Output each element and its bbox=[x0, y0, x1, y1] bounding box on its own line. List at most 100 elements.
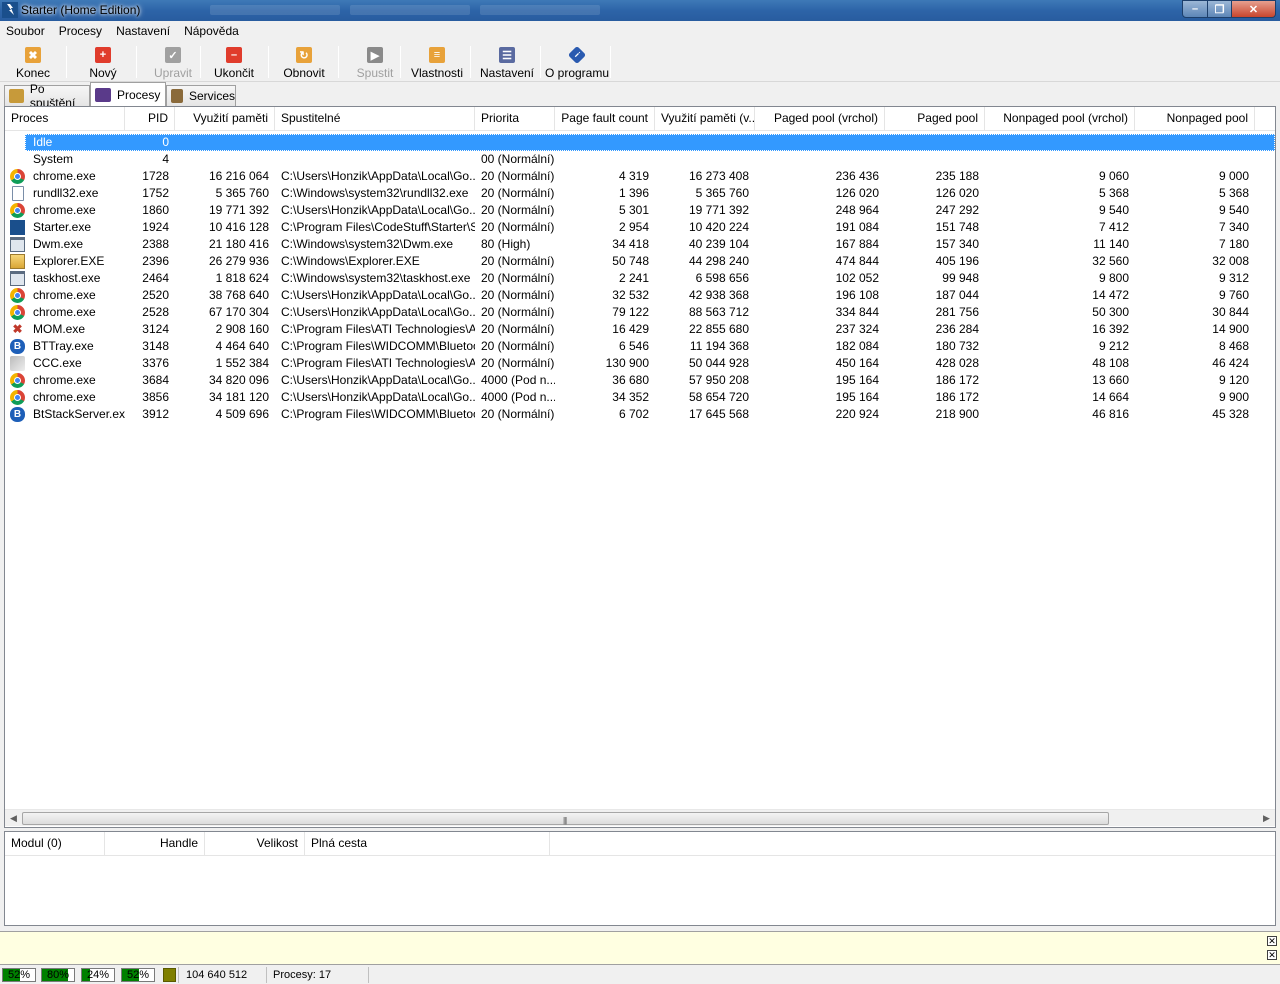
cell-pp: 186 172 bbox=[935, 390, 979, 404]
scrollbar-thumb[interactable]: ||| bbox=[22, 812, 1109, 825]
tab-procesy[interactable]: Procesy bbox=[90, 82, 166, 106]
process-row[interactable]: System 4 00 (Normální) bbox=[5, 151, 1275, 168]
process-row[interactable]: chrome.exe 1728 16 216 064 C:\Users\Honzik\… bbox=[5, 168, 1275, 185]
column-header[interactable]: Nonpaged pool bbox=[1135, 107, 1255, 131]
obnovit-button[interactable]: ↻ Obnovit bbox=[280, 44, 328, 80]
process-row[interactable]: CCC.exe 3376 1 552 384 C:\Program Files\ATI… bbox=[5, 355, 1275, 372]
process-row[interactable]: ✖ MOM.exe 3124 2 908 160 C:\Program Files\AT… bbox=[5, 321, 1275, 338]
processes-icon bbox=[95, 87, 111, 102]
cell-pp: 428 028 bbox=[935, 356, 979, 370]
module-column-header[interactable]: Plná cesta bbox=[305, 832, 550, 856]
menu-napoveda[interactable]: Nápověda bbox=[184, 21, 246, 42]
scroll-left-icon[interactable]: ◀ bbox=[5, 810, 22, 827]
process-row[interactable]: B BtStackServer.exe 3912 4 509 696 C:\Progra… bbox=[5, 406, 1275, 423]
column-header[interactable]: Využití paměti bbox=[175, 107, 275, 131]
process-row[interactable]: Idle 0 bbox=[5, 134, 1275, 151]
cell-exe bbox=[275, 151, 475, 168]
chrome-icon bbox=[10, 305, 25, 320]
cell-pid: 3856 bbox=[142, 390, 169, 404]
memory-color-swatch bbox=[163, 968, 176, 982]
column-header[interactable]: PID bbox=[125, 107, 175, 131]
process-row[interactable]: B BTTray.exe 3148 4 464 640 C:\Program Files… bbox=[5, 338, 1275, 355]
column-header[interactable]: Využití paměti (v... bbox=[655, 107, 755, 131]
cell-ppv: 474 844 bbox=[835, 254, 879, 268]
cell-mem: 4 464 640 bbox=[215, 339, 269, 353]
background-tab-ghost bbox=[350, 5, 470, 15]
process-row[interactable]: chrome.exe 3856 34 181 120 C:\Users\Honzik\… bbox=[5, 389, 1275, 406]
scroll-right-icon[interactable]: ▶ bbox=[1258, 810, 1275, 827]
column-header[interactable]: Nonpaged pool (vrchol) bbox=[985, 107, 1135, 131]
close-message-icon[interactable]: ✕ bbox=[1267, 936, 1277, 946]
process-row[interactable]: chrome.exe 2520 38 768 640 C:\Users\Honzik\… bbox=[5, 287, 1275, 304]
cell-pf: 5 301 bbox=[618, 203, 649, 217]
cell-npv: 9 800 bbox=[1098, 271, 1129, 285]
process-row[interactable]: taskhost.exe 2464 1 818 624 C:\Windows\syst… bbox=[5, 270, 1275, 287]
tab-services[interactable]: Services bbox=[166, 85, 236, 106]
cell-ppv: 126 020 bbox=[835, 186, 879, 200]
nastavení-button[interactable]: ☰ Nastavení bbox=[478, 44, 536, 80]
cell-pid: 2388 bbox=[142, 237, 169, 251]
process-row[interactable]: chrome.exe 3684 34 820 096 C:\Users\Honzik\… bbox=[5, 372, 1275, 389]
tab-po-spuštění[interactable]: Po spuštění bbox=[4, 82, 90, 110]
cell-prio: 20 (Normální) bbox=[481, 322, 555, 336]
cell-exe: C:\Program Files\ATI Technologies\A... bbox=[281, 322, 475, 336]
cell-name: Dwm.exe bbox=[33, 237, 84, 251]
module-column-header[interactable]: Handle bbox=[105, 832, 205, 856]
menu-bar: Soubor Procesy Nastavení Nápověda bbox=[0, 21, 1280, 42]
process-row[interactable]: Explorer.EXE 2396 26 279 936 C:\Windows\Exp… bbox=[5, 253, 1275, 270]
process-list-header: Proces PID Využití paměti Spustitelné Priori… bbox=[5, 107, 1275, 131]
process-row[interactable]: Starter.exe 1924 10 416 128 C:\Program File… bbox=[5, 219, 1275, 236]
cell-pp: 236 284 bbox=[935, 322, 979, 336]
cell-ppv bbox=[755, 134, 885, 151]
upravit-button[interactable]: ✓ Upravit bbox=[150, 44, 196, 80]
minimize-button[interactable]: – bbox=[1182, 0, 1208, 18]
cell-name: Explorer.EXE bbox=[33, 254, 105, 268]
cell-np: 46 424 bbox=[1212, 356, 1249, 370]
cell-pf: 36 680 bbox=[612, 373, 649, 387]
spustit-button[interactable]: ▶ Spustit bbox=[354, 44, 396, 80]
toolbar-label: O programu bbox=[544, 66, 610, 80]
toolbar-separator bbox=[268, 46, 269, 78]
cell-mem: 2 908 160 bbox=[215, 322, 269, 336]
cell-pf: 50 748 bbox=[612, 254, 649, 268]
column-header[interactable]: Paged pool bbox=[885, 107, 985, 131]
column-header[interactable]: Priorita bbox=[475, 107, 555, 131]
nový-button[interactable]: + Nový bbox=[82, 44, 124, 80]
process-row[interactable]: chrome.exe 2528 67 170 304 C:\Users\Honzik\… bbox=[5, 304, 1275, 321]
cell-mem: 26 279 936 bbox=[208, 254, 269, 268]
process-row[interactable]: rundll32.exe 1752 5 365 760 C:\Windows\syst… bbox=[5, 185, 1275, 202]
module-column-header[interactable]: Modul (0) bbox=[5, 832, 105, 856]
close-button[interactable]: ✕ bbox=[1232, 0, 1276, 18]
cell-ppv: 450 164 bbox=[835, 356, 879, 370]
ukončit-button[interactable]: – Ukončit bbox=[210, 44, 258, 80]
toolbar-separator bbox=[540, 46, 541, 78]
tab-strip: Po spuštění Procesy Services bbox=[0, 82, 1280, 110]
o-programu-button[interactable]: iO programu bbox=[544, 44, 610, 80]
menu-soubor[interactable]: Soubor bbox=[6, 21, 52, 42]
konec-button[interactable]: ✖ Konec bbox=[10, 44, 56, 80]
cell-prio: 20 (Normální) bbox=[481, 186, 555, 200]
cell-npv: 32 560 bbox=[1092, 254, 1129, 268]
tab-label: Procesy bbox=[117, 87, 161, 102]
cell-exe: C:\Windows\system32\Dwm.exe bbox=[281, 237, 454, 251]
horizontal-scrollbar[interactable]: ◀ ||| ▶ bbox=[5, 809, 1275, 826]
close-message-icon[interactable]: ✕ bbox=[1267, 950, 1277, 960]
module-column-header[interactable]: Velikost bbox=[205, 832, 305, 856]
column-header[interactable]: Spustitelné bbox=[275, 107, 475, 131]
column-header[interactable]: Page fault count bbox=[555, 107, 655, 131]
column-header[interactable]: Proces bbox=[5, 107, 125, 131]
process-list[interactable]: Proces PID Využití paměti Spustitelné Priori… bbox=[4, 106, 1276, 828]
cell-mem: 5 365 760 bbox=[215, 186, 269, 200]
properties-icon: ≡ bbox=[429, 47, 445, 63]
module-list[interactable]: Modul (0) Handle Velikost Plná cesta bbox=[4, 831, 1276, 926]
cell-name: chrome.exe bbox=[33, 305, 96, 319]
check-icon: ✓ bbox=[165, 47, 181, 63]
process-row[interactable]: chrome.exe 1860 19 771 392 C:\Users\Honzik\… bbox=[5, 202, 1275, 219]
menu-procesy[interactable]: Procesy bbox=[59, 21, 109, 42]
maximize-button[interactable]: ❐ bbox=[1208, 0, 1232, 18]
process-row[interactable]: Dwm.exe 2388 21 180 416 C:\Windows\system32… bbox=[5, 236, 1275, 253]
column-header[interactable]: Paged pool (vrchol) bbox=[755, 107, 885, 131]
cell-mem: 10 416 128 bbox=[208, 220, 269, 234]
vlastnosti-button[interactable]: ≡ Vlastnosti bbox=[410, 44, 464, 80]
menu-nastaveni[interactable]: Nastavení bbox=[116, 21, 177, 42]
